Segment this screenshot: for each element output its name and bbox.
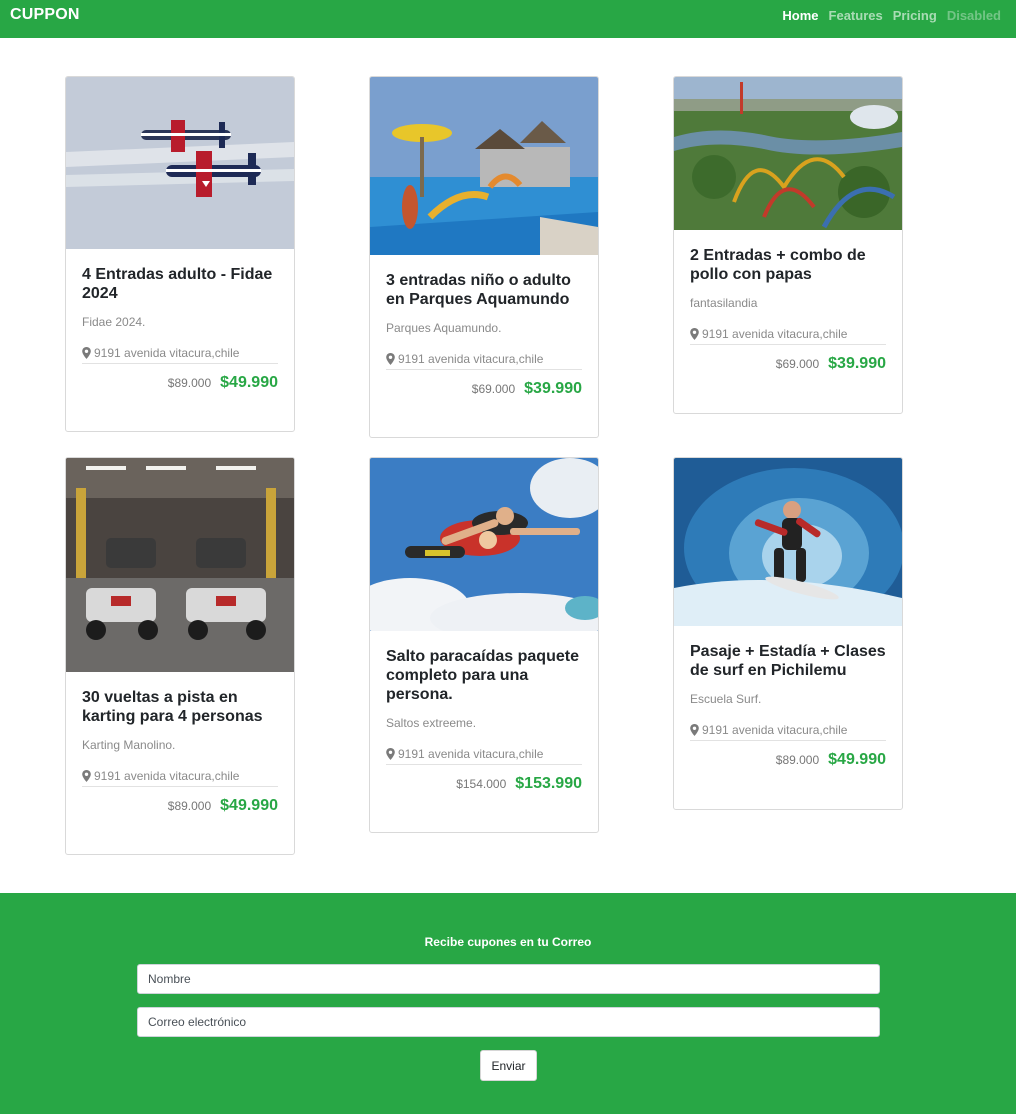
card-old-price: $89.000 [775, 753, 820, 767]
card-prices: $69.000 $39.990 [386, 380, 582, 398]
card-location-text: 9191 avenida vitacura,chile [702, 327, 848, 341]
card-old-price: $154.000 [456, 777, 507, 791]
card-location: 9191 avenida vitacura,chile [690, 722, 886, 741]
coupon-card[interactable]: 30 vueltas a pista en karting para 4 per… [65, 457, 295, 855]
card-location: 9191 avenida vitacura,chile [82, 768, 278, 787]
card-location: 9191 avenida vitacura,chile [690, 326, 886, 345]
card-image-karting [66, 458, 294, 672]
navbar: CUPPON Home Features Pricing Disabled [0, 0, 1016, 38]
card-title[interactable]: Salto paracaídas paquete completo para u… [386, 647, 582, 704]
card-old-price: $69.000 [471, 382, 516, 396]
map-pin-icon [386, 353, 395, 365]
submit-button[interactable]: Enviar [480, 1050, 537, 1081]
nav-link-disabled: Disabled [946, 8, 1001, 23]
card-title[interactable]: 4 Entradas adulto - Fidae 2024 [82, 265, 278, 303]
nav-link-home[interactable]: Home [782, 8, 818, 23]
card-prices: $69.000 $39.990 [690, 355, 886, 373]
card-location-text: 9191 avenida vitacura,chile [702, 723, 848, 737]
card-location-text: 9191 avenida vitacura,chile [94, 346, 240, 360]
card-description: Fidae 2024. [82, 315, 146, 329]
map-pin-icon [82, 347, 91, 359]
card-title[interactable]: 2 Entradas + combo de pollo con papas [690, 246, 886, 284]
card-location-text: 9191 avenida vitacura,chile [398, 352, 544, 366]
coupon-card[interactable]: Pasaje + Estadía + Clases de surf en Pic… [673, 457, 903, 810]
card-title[interactable]: 30 vueltas a pista en karting para 4 per… [82, 688, 278, 726]
card-title[interactable]: 3 entradas niño o adulto en Parques Aqua… [386, 271, 582, 309]
card-price: $49.990 [220, 797, 278, 814]
card-old-price: $89.000 [167, 376, 212, 390]
card-prices: $89.000 $49.990 [82, 797, 278, 815]
card-old-price: $69.000 [775, 357, 820, 371]
coupon-card[interactable]: 3 entradas niño o adulto en Parques Aqua… [369, 76, 599, 438]
nav-links: Home Features Pricing Disabled [782, 8, 1001, 23]
card-old-price: $89.000 [167, 799, 212, 813]
card-image-airshow [66, 77, 294, 249]
card-title[interactable]: Pasaje + Estadía + Clases de surf en Pic… [690, 642, 886, 680]
brand-logo[interactable]: CUPPON [10, 6, 80, 24]
card-price: $49.990 [220, 374, 278, 391]
card-price: $39.990 [828, 355, 886, 372]
coupon-card[interactable]: Salto paracaídas paquete completo para u… [369, 457, 599, 833]
card-location: 9191 avenida vitacura,chile [386, 746, 582, 765]
nav-link-pricing[interactable]: Pricing [893, 8, 937, 23]
card-location-text: 9191 avenida vitacura,chile [398, 747, 544, 761]
card-price: $153.990 [515, 775, 582, 792]
card-price: $49.990 [828, 751, 886, 768]
card-description: Parques Aquamundo. [386, 321, 502, 335]
card-image-surfer [674, 458, 902, 626]
card-image-water-park [370, 77, 598, 255]
card-location: 9191 avenida vitacura,chile [386, 351, 582, 370]
map-pin-icon [82, 770, 91, 782]
coupon-card[interactable]: 4 Entradas adulto - Fidae 2024 Fidae 202… [65, 76, 295, 432]
name-input[interactable] [137, 964, 880, 994]
card-description: Escuela Surf. [690, 692, 762, 706]
newsletter-title: Recibe cupones en tu Correo [424, 935, 592, 949]
card-prices: $154.000 $153.990 [386, 775, 582, 793]
newsletter-footer: Recibe cupones en tu Correo Enviar [0, 893, 1016, 1114]
card-prices: $89.000 $49.990 [82, 374, 278, 392]
coupon-card[interactable]: 2 Entradas + combo de pollo con papas fa… [673, 76, 903, 414]
map-pin-icon [386, 748, 395, 760]
card-image-amusement-park [674, 77, 902, 230]
map-pin-icon [690, 328, 699, 340]
card-price: $39.990 [524, 380, 582, 397]
card-description: Karting Manolino. [82, 738, 176, 752]
card-description: Saltos extreeme. [386, 716, 477, 730]
card-prices: $89.000 $49.990 [690, 751, 886, 769]
card-location-text: 9191 avenida vitacura,chile [94, 769, 240, 783]
card-location: 9191 avenida vitacura,chile [82, 345, 278, 364]
nav-link-features[interactable]: Features [829, 8, 883, 23]
email-input[interactable] [137, 1007, 880, 1037]
card-description: fantasilandia [690, 296, 758, 310]
card-image-skydivers [370, 458, 598, 631]
map-pin-icon [690, 724, 699, 736]
